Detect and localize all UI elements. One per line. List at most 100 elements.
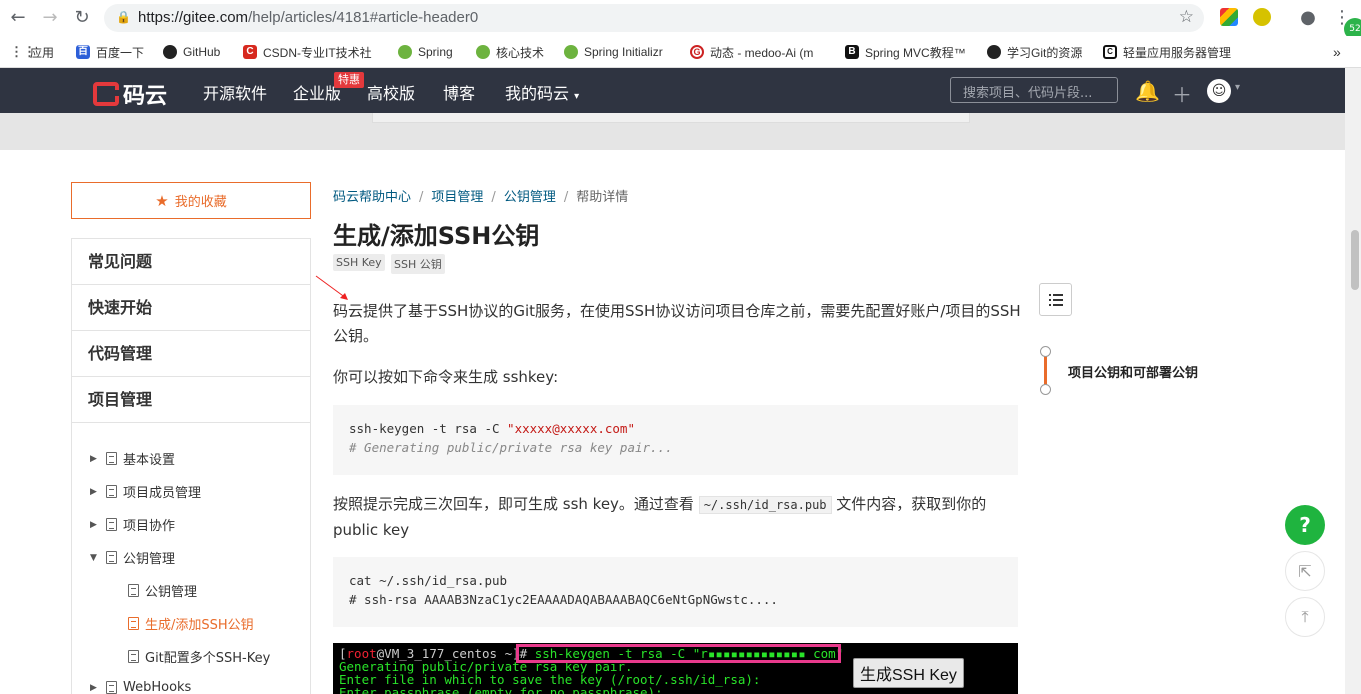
cloud-icon: C [1103,45,1117,59]
sidebar-item-collaboration[interactable]: ▶ 项目协作 [90,515,175,534]
sidebar-category-code[interactable]: 代码管理 [72,331,310,377]
sidebar-category-faq[interactable]: 常见问题 [72,239,310,285]
toc-toggle-button[interactable] [1039,283,1072,316]
help-button[interactable]: ? [1285,505,1325,545]
document-icon [106,452,117,465]
document-icon [106,681,117,694]
spring-icon [564,45,578,59]
extension-icon[interactable] [1253,8,1271,26]
github-icon [987,45,1001,59]
caret-down-icon: ▾ [574,91,580,102]
toc-item-keys[interactable]: 项目公钥和可部署公钥 [1068,362,1198,381]
annotation-arrow [315,275,348,300]
code-block-keygen: ssh-keygen -t rsa -C "xxxxx@xxxxx.com" #… [333,405,1018,475]
spring-icon [476,45,490,59]
bookmark-github[interactable]: GitHub [163,43,220,61]
bookmark-core[interactable]: 核心技术 [476,43,544,61]
sidebar-item-keys[interactable]: ▼ 公钥管理 [90,548,175,567]
gitee-logo[interactable]: 码云 [93,78,167,110]
bookmark-baidu[interactable]: 百百度一下 [76,43,144,61]
gitee-logo-icon [93,82,119,106]
bookmark-star-icon[interactable]: ☆ [1179,7,1194,27]
bookmark-apps[interactable]: ⋮⋮ 应用 [10,43,54,61]
sidebar-item-key-manage[interactable]: 公钥管理 [128,581,197,600]
banner-box [372,113,970,123]
avatar[interactable]: ☺ [1207,79,1231,103]
bookmark-initializr[interactable]: Spring Initializr [564,43,663,61]
document-icon [128,584,139,597]
document-icon [128,617,139,630]
forward-icon[interactable]: → [38,6,62,30]
sidebar-category-quickstart[interactable]: 快速开始 [72,285,310,331]
breadcrumb-keys[interactable]: 公钥管理 [504,190,556,205]
bookmark-server[interactable]: C 轻量应用服务器管理 [1103,43,1303,61]
sidebar-item-basic-settings[interactable]: ▶ 基本设置 [90,449,175,468]
bookmark-csdn[interactable]: C CSDN-专业IT技术社 [243,43,372,61]
tag-ssh-pubkey[interactable]: SSH 公钥 [391,254,445,274]
breadcrumb-project[interactable]: 项目管理 [431,190,483,205]
document-icon [106,485,117,498]
reload-icon[interactable]: ↻ [70,6,94,30]
promo-badge: 特惠 [334,72,364,88]
nav-my-gitee[interactable]: 我的码云 ▾ [505,80,579,104]
bookmark-git-resources[interactable]: 学习Git的资源 [987,43,1082,61]
document-icon [106,551,117,564]
baidu-icon: 百 [76,45,90,59]
back-to-top-icon[interactable]: ⤒ [1285,597,1325,637]
toc-dot [1040,346,1051,357]
back-icon[interactable]: ← [6,6,30,30]
sidebar-item-webhooks[interactable]: ▶ WebHooks [90,680,191,694]
caret-down-icon: ▼ [90,552,97,563]
caret-down-icon[interactable]: ▾ [1235,82,1240,93]
caret-right-icon: ▶ [90,519,97,530]
bookmarks-bar: ⋮⋮ 应用 百百度一下 GitHub C CSDN-专业IT技术社 Spring 核… [0,36,1361,68]
gitee-icon: G [690,45,704,59]
browser-toolbar: ← → ↻ 🔒 https://gitee.com/help/articles/… [0,0,1361,40]
document-icon [106,518,117,531]
breadcrumb-current: 帮助详情 [576,190,629,205]
more-bookmarks-icon[interactable]: » [1333,43,1341,61]
sidebar-item-generate-ssh[interactable]: 生成/添加SSH公钥 [128,614,254,633]
list-icon [1048,293,1063,306]
lock-icon: 🔒 [116,10,131,24]
share-icon[interactable]: ⇱ [1285,551,1325,591]
star-icon: ★ [155,191,169,210]
profile-icon[interactable]: ● [1296,6,1320,30]
plus-icon[interactable]: ＋ [1172,79,1192,108]
intro-paragraph: 码云提供了基于SSH协议的Git服务，在使用SSH协议访问项目仓库之前，需要先配… [333,302,1021,345]
bookmark-springmvc[interactable]: B Spring MVC教程™ [845,43,966,61]
command-highlight-box [516,644,841,663]
tag-ssh-key[interactable]: SSH Key [333,254,385,271]
nav-blog[interactable]: 博客 [443,80,475,104]
scrollbar-thumb[interactable] [1351,230,1359,290]
page-title: 生成/添加SSH公钥 [333,222,540,250]
bookmark-medoo[interactable]: G 动态 - medoo-Ai (m [690,43,813,61]
caret-right-icon: ▶ [90,682,97,693]
breadcrumb-help-center[interactable]: 码云帮助中心 [333,190,411,205]
bookmark-spring[interactable]: Spring [398,43,453,61]
breadcrumb: 码云帮助中心 / 项目管理 / 公钥管理 / 帮助详情 [333,190,629,205]
document-icon [128,650,139,663]
b-icon: B [845,45,859,59]
toc-dot [1040,384,1051,395]
extension-icon[interactable] [1220,8,1238,26]
sidebar-category-project[interactable]: 项目管理 [72,377,310,423]
favorites-button[interactable]: ★ 我的收藏 [71,182,311,219]
sidebar-item-members[interactable]: ▶ 项目成员管理 [90,482,201,501]
pubkey-paragraph: 按照提示完成三次回车，即可生成 ssh key。通过查看 ~/.ssh/id_r… [333,495,987,539]
callout-label: 生成SSH Key [853,658,964,688]
bell-icon[interactable]: 🔔 [1135,79,1160,103]
address-bar[interactable]: 🔒 https://gitee.com/help/articles/4181#a… [104,4,1204,32]
github-icon [163,45,177,59]
sidebar-item-multi-ssh[interactable]: Git配置多个SSH-Key [128,647,270,666]
code-block-cat: cat ~/.ssh/id_rsa.pub # ssh-rsa AAAAB3Nz… [333,557,1018,627]
apps-grid-icon: ⋮⋮ [10,44,36,59]
nav-open-source[interactable]: 开源软件 [203,80,267,104]
csdn-icon: C [243,45,257,59]
scrollbar[interactable] [1345,68,1361,694]
nav-education[interactable]: 高校版 [367,80,415,104]
site-search-input[interactable]: 搜索项目、代码片段... [950,77,1118,103]
url-text: https://gitee.com/help/articles/4181#art… [138,9,479,26]
instruction-paragraph: 你可以按如下命令来生成 sshkey: [333,368,559,386]
caret-right-icon: ▶ [90,453,97,464]
